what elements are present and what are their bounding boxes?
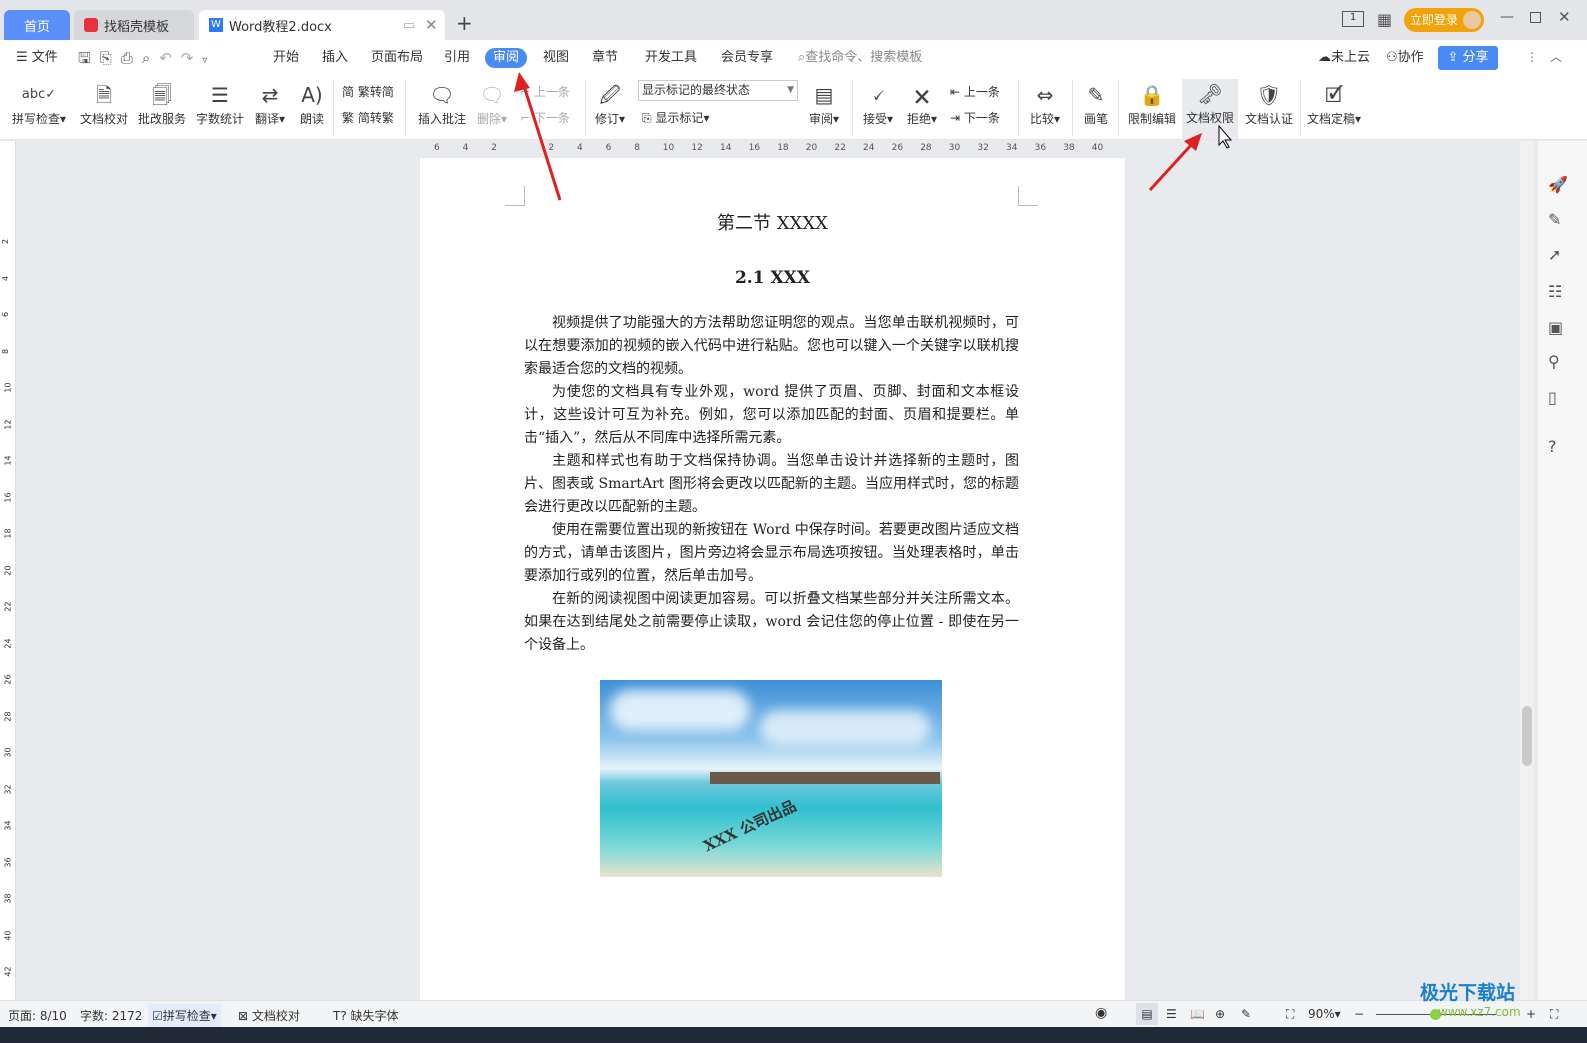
zoom-level[interactable]: 90%▾ — [1308, 1007, 1341, 1021]
label: 缺失字体 — [350, 1009, 399, 1023]
site-watermark-logo: 极光下载站 www.xz7.com — [1420, 978, 1521, 1019]
zoom-in-button[interactable]: + — [1526, 1007, 1536, 1021]
red-arrow-review-tab — [522, 85, 562, 201]
read-view-icon[interactable]: 📖 — [1190, 1007, 1205, 1021]
taskbar — [0, 1027, 1587, 1043]
word-count[interactable]: 字数: 2172 — [80, 1007, 142, 1024]
zoom-value: 90% — [1308, 1007, 1335, 1021]
fit-page-icon[interactable]: ⛶ — [1286, 1007, 1294, 1022]
annotation-arrows — [514, 72, 1233, 201]
web-view-icon[interactable]: ⊕ — [1215, 1007, 1225, 1021]
status-bar: 页面: 8/10 字数: 2172 ☑拼写检查▾ ⊠ 文档校对 T? 缺失字体 … — [0, 1000, 1587, 1027]
zoom-out-button[interactable]: − — [1354, 1007, 1364, 1021]
label: 拼写检查 — [162, 1009, 211, 1023]
proofread-status[interactable]: ⊠ 文档校对 — [238, 1007, 300, 1024]
page-view-icon[interactable]: ▤ — [1136, 1003, 1158, 1025]
watermark-name: 极光下载站 — [1420, 982, 1516, 1004]
arrow-head — [514, 72, 530, 92]
missing-font-button[interactable]: T? 缺失字体 — [333, 1007, 399, 1024]
eye-protection-icon[interactable]: ◉ — [1095, 1005, 1107, 1021]
spell-check-status[interactable]: ☑拼写检查▾ — [148, 1004, 221, 1027]
watermark-url: www.xz7.com — [1438, 1005, 1521, 1019]
fullscreen-icon[interactable]: ⛶ — [1550, 1007, 1558, 1022]
font-missing-icon: T? — [333, 1009, 351, 1023]
mouse-cursor-icon — [1218, 124, 1233, 149]
proof-icon: ⊠ — [238, 1009, 252, 1023]
label: 文档校对 — [251, 1009, 300, 1023]
outline-view-icon[interactable]: ☰ — [1166, 1007, 1177, 1021]
checkbox-icon: ☑ — [152, 1009, 163, 1023]
page-indicator[interactable]: 页面: 8/10 — [8, 1007, 67, 1024]
red-arrow-permission — [1148, 142, 1194, 192]
write-view-icon[interactable]: ✎ — [1241, 1007, 1251, 1021]
